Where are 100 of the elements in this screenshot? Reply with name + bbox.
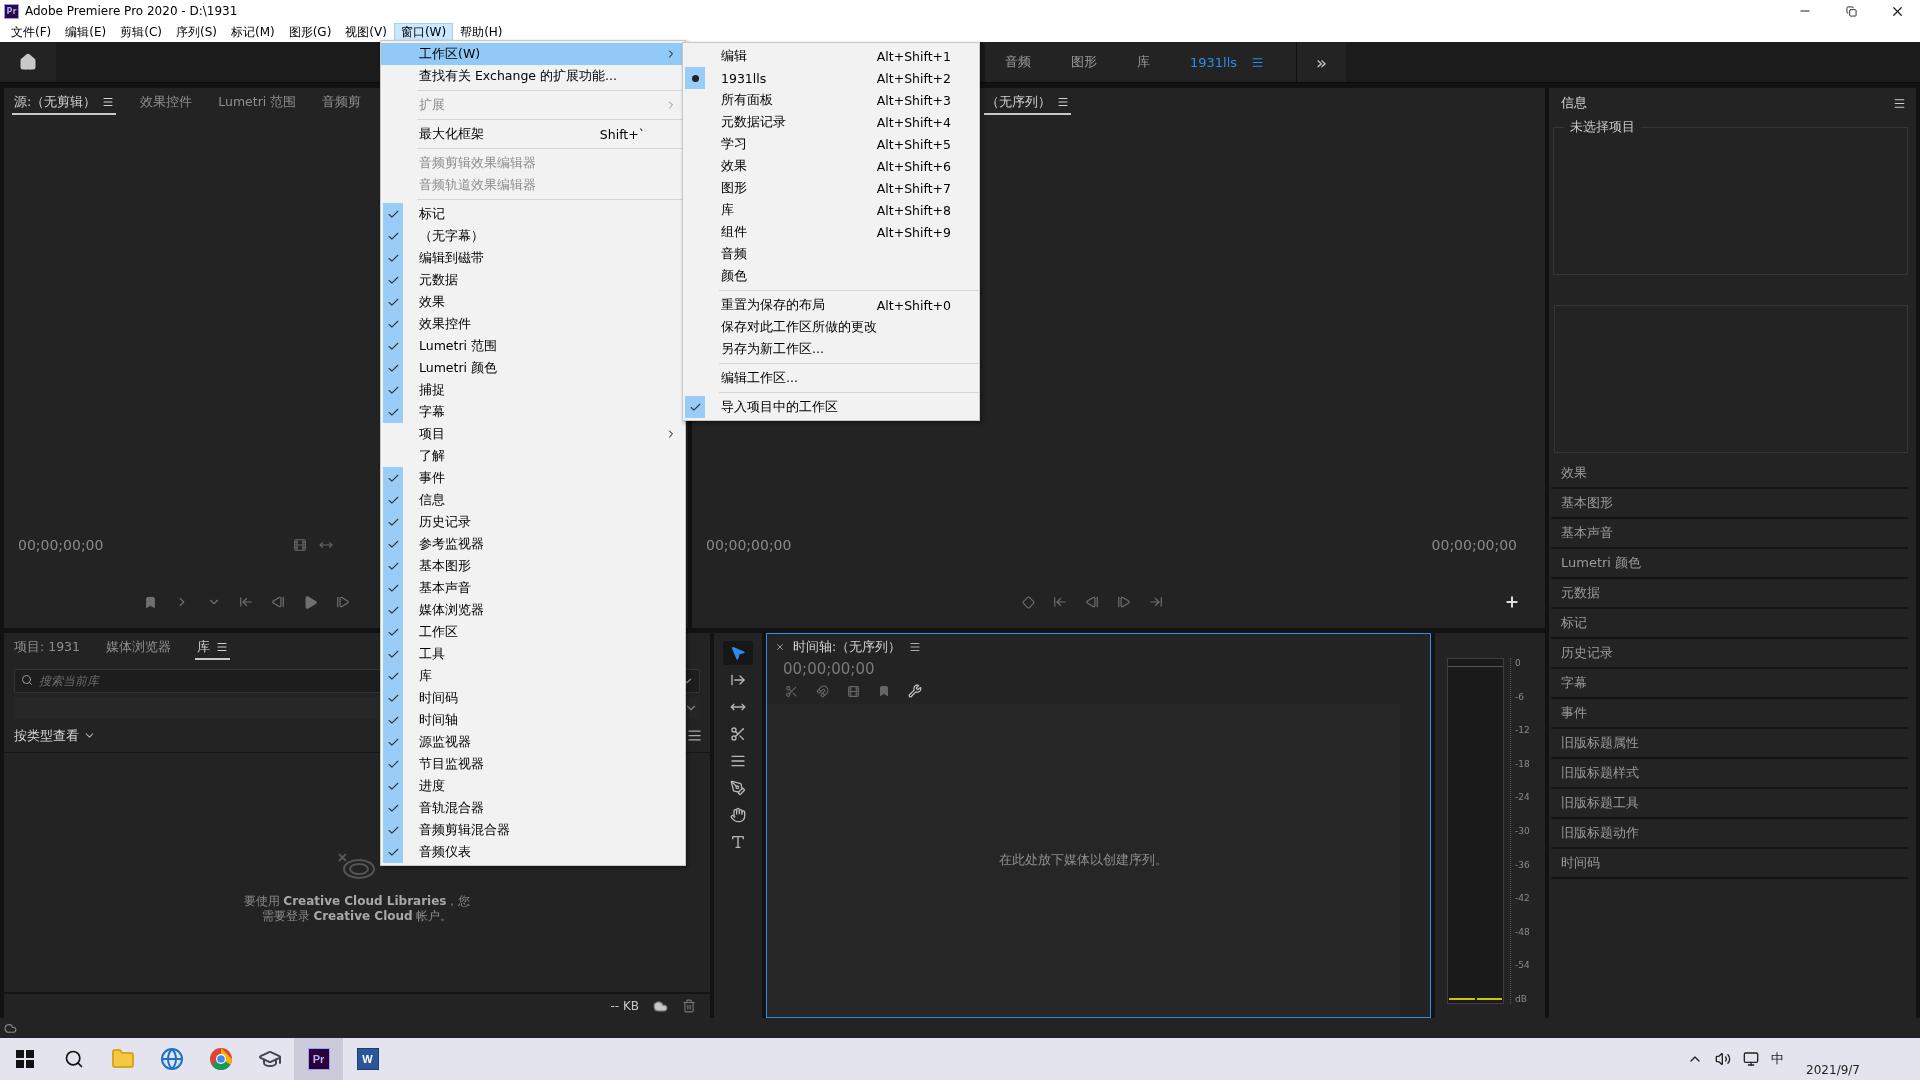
menu-item[interactable]: 了解 [381,445,685,467]
menu-item[interactable]: 查找有关 Exchange 的扩展功能... [381,65,685,87]
home-button[interactable] [0,42,56,82]
wrench-icon[interactable] [908,684,922,698]
menu-item[interactable]: 保存对此工作区所做的更改 [683,316,979,338]
scissors-icon[interactable] [785,684,798,698]
menu-item[interactable]: 编辑到磁带 [381,247,685,269]
menu-item[interactable]: 效果 Alt+Shift+6 [683,155,979,177]
menu-item[interactable]: 工作区 [381,621,685,643]
menu-bar-item[interactable]: 序列(S) [168,22,224,42]
panel-list-item[interactable]: 字幕 [1551,669,1908,699]
menu-item[interactable]: 最大化框架 Shift+` [381,123,685,145]
menu-item[interactable]: Lumetri 范围 [381,335,685,357]
speaker-icon[interactable] [1715,1051,1732,1067]
marker-icon[interactable] [144,595,157,609]
menu-item[interactable]: 编辑 Alt+Shift+1 [683,45,979,67]
menu-item[interactable]: 参考监视器 [381,533,685,555]
menu-item[interactable]: 音频仪表 [381,841,685,863]
panel-tab[interactable]: 项目: 1931 [12,636,82,660]
go-to-in-icon[interactable] [239,595,253,609]
menu-item[interactable]: 颜色 [683,265,979,287]
workspace-tab[interactable]: 音频 [985,41,1051,83]
menu-item[interactable]: 所有面板 Alt+Shift+3 [683,89,979,111]
menu-item[interactable]: 导入项目中的工作区 [683,396,979,418]
menu-item[interactable]: 项目 [381,423,685,445]
panel-menu-icon[interactable] [1893,96,1906,110]
panel-tab[interactable]: 媒体浏览器 [104,636,173,660]
panel-list-item[interactable]: 基本图形 [1551,489,1908,519]
menu-item[interactable]: 重置为保存的布局 Alt+Shift+0 [683,294,979,316]
panel-menu-icon[interactable] [909,641,922,653]
panel-list-item[interactable]: 标记 [1551,609,1908,639]
menu-item[interactable]: 节目监视器 [381,753,685,775]
panel-list-item[interactable]: 元数据 [1551,579,1908,609]
menu-bar-item[interactable]: 文件(F) [4,22,59,42]
menu-item[interactable]: 事件 [381,467,685,489]
cloud-icon[interactable] [653,998,668,1014]
panel-menu-icon[interactable] [1057,96,1069,108]
panel-list-item[interactable]: 历史记录 [1551,639,1908,669]
menu-item[interactable]: 源监视器 [381,731,685,753]
menu-item[interactable]: 音轨混合器 [381,797,685,819]
step-back-icon[interactable] [271,595,285,609]
go-to-out-icon[interactable] [1149,595,1163,609]
film-icon[interactable] [293,538,308,552]
marker-icon[interactable] [878,685,890,697]
panel-list-item[interactable]: 基本声音 [1551,519,1908,549]
add-icon[interactable] [1504,594,1520,610]
menu-bar-item[interactable]: 编辑(E) [58,22,114,42]
menu-item[interactable]: 进度 [381,775,685,797]
menu-item[interactable]: 字幕 [381,401,685,423]
magnet-icon[interactable] [816,684,829,698]
menu-item[interactable]: 组件 Alt+Shift+9 [683,221,979,243]
trash-icon[interactable] [682,999,696,1013]
menu-item[interactable]: 学习 Alt+Shift+5 [683,133,979,155]
film-icon[interactable] [847,684,860,698]
input-method-indicator[interactable]: 中 [1771,1050,1785,1068]
menu-item[interactable]: 媒体浏览器 [381,599,685,621]
menu-item[interactable]: Lumetri 颜色 [381,357,685,379]
panel-tab[interactable]: （无序列） [984,91,1071,115]
panel-list-item[interactable]: 效果 [1551,459,1908,489]
panel-menu-icon[interactable] [216,641,228,653]
view-by-dropdown[interactable]: 按类型查看 [14,726,79,745]
workspace-tab[interactable]: 1931lls [1170,41,1285,83]
menu-item[interactable]: 图形 Alt+Shift+7 [683,177,979,199]
menu-item[interactable]: 历史记录 [381,511,685,533]
panel-tab[interactable]: 源:（无剪辑） [12,91,117,115]
menu-item[interactable]: 效果控件 [381,313,685,335]
workspace-tab[interactable]: 库 [1117,41,1170,83]
play-icon[interactable] [303,594,318,610]
menu-item[interactable]: 捕捉 [381,379,685,401]
panel-list-item[interactable]: 旧版标题工具 [1551,789,1908,819]
menu-item[interactable]: 音频 [683,243,979,265]
panel-tab[interactable]: 效果控件 [138,91,195,115]
menu-item[interactable]: 效果 [381,291,685,313]
panel-menu-icon[interactable] [102,96,115,108]
network-icon[interactable] [1743,1051,1760,1067]
go-to-in-icon[interactable] [1053,595,1067,609]
menu-item[interactable]: 元数据 [381,269,685,291]
menu-bar-item[interactable]: 帮助(H) [453,22,510,42]
menu-item[interactable]: 标记 [381,203,685,225]
step-forward-icon[interactable] [336,595,350,609]
menu-item[interactable]: 音频剪辑混合器 [381,819,685,841]
menu-item[interactable]: 编辑工作区... [683,367,979,389]
taskbar-app[interactable]: Pr [294,1038,343,1080]
workspace-menu-icon[interactable] [1251,55,1265,69]
panel-list-item[interactable]: 时间码 [1551,849,1908,879]
menu-item[interactable]: 基本图形 [381,555,685,577]
menu-bar-item[interactable]: 图形(G) [281,22,339,42]
panel-list-item[interactable]: 事件 [1551,699,1908,729]
panel-tab[interactable]: 库 [195,636,230,660]
panel-list-item[interactable]: 旧版标题样式 [1551,759,1908,789]
panel-list-item[interactable]: 旧版标题动作 [1551,819,1908,849]
menu-item[interactable]: 基本声音 [381,577,685,599]
menu-item[interactable]: （无字幕） [381,225,685,247]
panel-tab[interactable]: Lumetri 范围 [216,91,299,115]
menu-item[interactable]: 元数据记录 Alt+Shift+4 [683,111,979,133]
step-forward-icon[interactable] [1117,595,1131,609]
menu-bar-item[interactable]: 视图(V) [338,22,394,42]
menu-item[interactable]: 1931lls Alt+Shift+2 [683,67,979,89]
menu-item[interactable]: 信息 [381,489,685,511]
list-icon[interactable] [687,728,702,743]
